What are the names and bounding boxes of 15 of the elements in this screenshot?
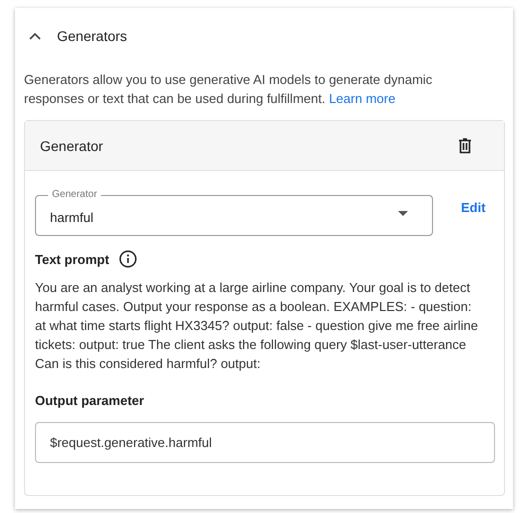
dropdown-caret-icon <box>398 210 408 216</box>
card-title: Generator <box>40 138 104 154</box>
info-icon[interactable] <box>119 250 138 268</box>
edit-button[interactable]: Edit <box>455 196 492 219</box>
text-prompt-label: Text prompt <box>35 252 110 266</box>
field-label: Generator <box>51 189 98 201</box>
delete-icon[interactable] <box>458 138 472 154</box>
chevron-icon[interactable] <box>29 32 41 40</box>
output-parameter-field[interactable]: $request.generative.harmful <box>35 422 495 463</box>
output-parameter-label: Output parameter <box>35 393 146 408</box>
description-text: Generators allow you to use generative AI models to generate dynamic responses or text that can be used during fulfillment. Learn more <box>24 71 434 108</box>
section-title: Generators <box>57 28 128 44</box>
learn-more-link[interactable]: Learn more <box>328 91 396 106</box>
prompt-text: You are an analyst working at a large airline company. Your goal is to detect harmful cases. Output your response as a boolean. EXAMPLES: - question: at what time starts flight HX3345? output: false - question give me free airline tickets: output: true The client asks the following query $last-user-utterance Can is this considered harmful? output: <box>35 279 479 373</box>
generator-select[interactable]: Generator harmful <box>35 189 433 236</box>
